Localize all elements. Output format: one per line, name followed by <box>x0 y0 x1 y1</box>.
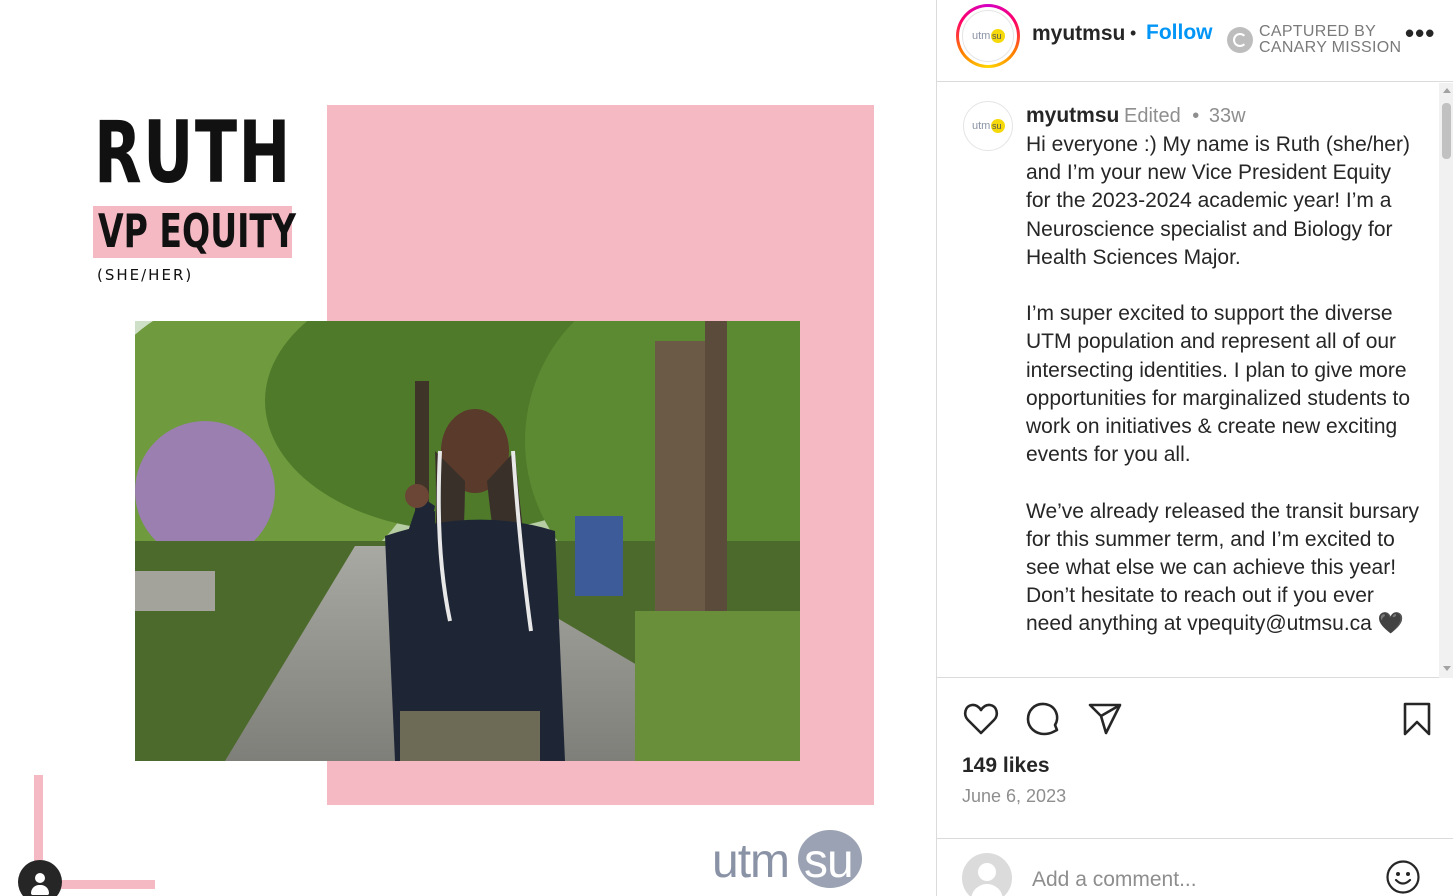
watermark-line-2: CANARY MISSION <box>1259 39 1402 56</box>
utmsu-logo-left: utm <box>712 835 790 888</box>
comment-bar <box>937 838 1453 896</box>
caption-avatar-logo-left: utm <box>972 120 991 132</box>
post-role-title: VP EQUITY <box>98 204 297 258</box>
post-actions-bar <box>937 700 1453 740</box>
profile-avatar-logo: utm su <box>962 10 1014 62</box>
header-username-link[interactable]: myutmsu <box>1032 22 1125 46</box>
utmsu-logo: utm su <box>712 828 872 894</box>
scroll-down-arrow-icon[interactable] <box>1443 666 1451 671</box>
tagged-user-icon-head <box>35 873 45 883</box>
comment-input[interactable] <box>1032 865 1362 895</box>
instagram-post-view: RUTH VP EQUITY (SHE/HER) utm su utm su m… <box>0 0 1453 896</box>
comment-icon[interactable] <box>1024 700 1062 738</box>
scrollbar-thumb[interactable] <box>1442 103 1451 159</box>
caption-meta: Edited • 33w <box>1124 105 1246 128</box>
post-date[interactable]: June 6, 2023 <box>962 786 1066 807</box>
caption-avatar-logo-right: su <box>992 121 1002 131</box>
caption-scrollbar[interactable] <box>1439 83 1453 678</box>
caption-separator: • <box>1192 105 1200 127</box>
portrait-photo <box>135 321 800 761</box>
likes-count[interactable]: 149 likes <box>962 754 1050 778</box>
tagged-user-icon-body <box>31 885 49 895</box>
avatar-logo-right: su <box>992 31 1002 41</box>
tagged-user-icon[interactable] <box>18 860 62 896</box>
bookmark-icon[interactable] <box>1398 700 1436 738</box>
post-side-panel: utm su myutmsu • Follow CAPTURED BY CANA… <box>936 0 1453 896</box>
follow-button[interactable]: Follow <box>1146 21 1213 45</box>
portrait-photo-illustration <box>135 321 800 761</box>
more-options-icon[interactable]: ••• <box>1405 20 1434 46</box>
current-user-avatar-head <box>978 863 996 881</box>
emoji-icon[interactable] <box>1385 859 1421 895</box>
watermark-line-1: CAPTURED BY <box>1259 23 1377 40</box>
post-pronouns: (SHE/HER) <box>97 266 194 284</box>
profile-avatar[interactable]: utm su <box>959 7 1017 65</box>
canary-mission-icon <box>1227 27 1253 53</box>
edited-label: Edited <box>1124 105 1181 127</box>
share-icon[interactable] <box>1086 700 1124 738</box>
caption-username-link[interactable]: myutmsu <box>1026 104 1119 128</box>
caption-avatar[interactable]: utm su <box>963 101 1013 151</box>
current-user-avatar-body <box>971 884 1003 896</box>
post-name-title: RUTH <box>94 103 292 203</box>
current-user-avatar <box>962 853 1012 896</box>
utmsu-logo-right: su <box>804 835 854 888</box>
post-time-ago[interactable]: 33w <box>1209 105 1246 127</box>
post-media[interactable]: RUTH VP EQUITY (SHE/HER) utm su <box>0 0 936 896</box>
profile-story-ring[interactable]: utm su <box>956 4 1020 68</box>
caption-scroll-area[interactable]: utm su myutmsu Edited • 33w Hi everyone … <box>937 83 1453 678</box>
post-header: utm su myutmsu • Follow CAPTURED BY CANA… <box>937 0 1453 82</box>
avatar-logo-left: utm <box>972 30 991 42</box>
caption-text: Hi everyone :) My name is Ruth (she/her)… <box>1026 133 1419 636</box>
heart-icon[interactable] <box>962 700 1000 738</box>
canary-mission-watermark: CAPTURED BY CANARY MISSION <box>1259 24 1401 56</box>
header-separator: • <box>1130 23 1137 43</box>
scroll-up-arrow-icon[interactable] <box>1443 88 1451 93</box>
